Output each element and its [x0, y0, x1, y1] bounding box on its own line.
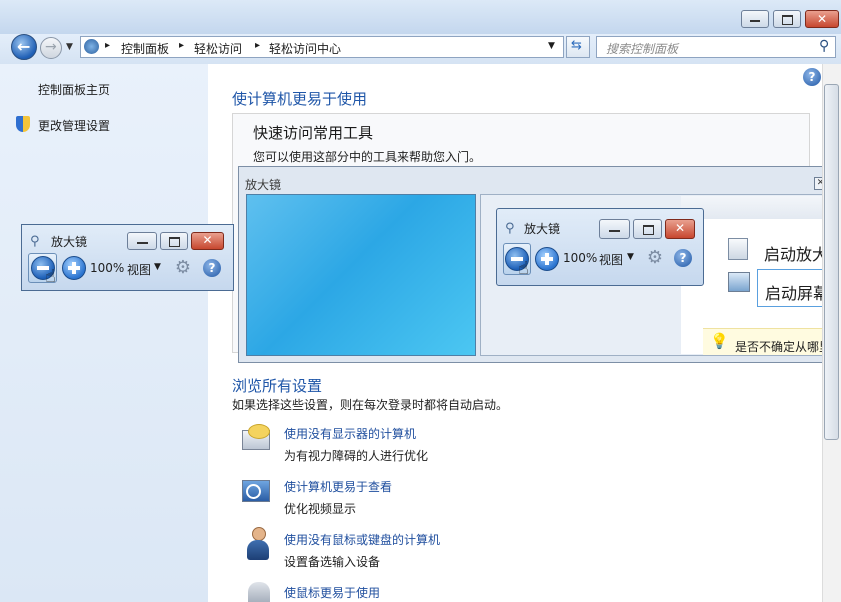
view-dropdown-icon[interactable]: ▼ [154, 262, 161, 272]
quick-access-description: 您可以使用这部分中的工具来帮助您入门。 [253, 150, 482, 164]
close-icon: ✕ [816, 12, 828, 26]
address-bar[interactable]: ▸ 控制面板 ▸ 轻松访问 ▸ 轻松访问中心 ▼ [80, 36, 564, 58]
magnifier-tool-icon [728, 238, 748, 260]
magnified-options-gear-icon: ⚙ [646, 247, 664, 268]
setting-desc-easier-to-see: 优化视频显示 [284, 502, 357, 516]
person-icon [244, 527, 272, 563]
forward-arrow-icon: → [45, 39, 57, 55]
close-button[interactable]: ✕ [805, 10, 839, 28]
magnified-view-menu: 视图 [599, 253, 624, 267]
magnifier-app-icon: ⚲ [505, 221, 515, 236]
close-icon: ✕ [202, 233, 213, 247]
breadcrumb-item[interactable]: 轻松访问中心 [269, 40, 341, 57]
setting-link-mouse[interactable]: 使鼠标更易于使用 [284, 584, 380, 601]
options-gear-icon[interactable]: ⚙ [174, 259, 192, 277]
control-panel-icon [84, 39, 99, 54]
pointer-cursor-icon: ☝ [45, 266, 56, 287]
search-box[interactable]: 搜索控制面板 ⚲ [596, 36, 836, 58]
shield-icon [16, 116, 30, 132]
magnified-minimize-button [599, 219, 630, 239]
lens-title: 放大镜 [245, 178, 282, 192]
mouse-icon [248, 582, 270, 602]
magnified-maximize-button [633, 219, 662, 239]
minimize-button[interactable] [741, 10, 769, 28]
scrollbar-thumb[interactable] [824, 84, 839, 440]
breadcrumb-item[interactable]: 轻松访问 [194, 40, 242, 57]
forward-button[interactable]: → [40, 37, 62, 59]
setting-desc-no-display: 为有视力障碍的人进行优化 [284, 449, 429, 463]
magnified-zoom-in-icon [535, 247, 559, 271]
magnifier-minimize-button[interactable] [127, 232, 157, 250]
back-button[interactable]: ← [11, 34, 37, 60]
refresh-button[interactable]: ⇆ [566, 36, 590, 58]
search-icon[interactable]: ⚲ [819, 38, 829, 54]
address-dropdown-icon[interactable]: ▼ [548, 41, 555, 51]
view-menu[interactable]: 视图 [127, 261, 151, 278]
refresh-icon: ⇆ [571, 38, 582, 53]
lens-desktop-preview [246, 194, 476, 356]
page-title: 使计算机更易于使用 [232, 90, 368, 108]
magnifier-title: 放大镜 [51, 235, 88, 249]
lightbulb-icon: 💡 [710, 332, 729, 350]
back-arrow-icon: ← [17, 37, 31, 56]
control-panel-home-link[interactable]: 控制面板主页 [38, 81, 110, 98]
zoom-level: 100% [90, 261, 125, 275]
magnified-close-button: ✕ [665, 219, 695, 239]
help-icon[interactable]: ? [803, 68, 821, 86]
monitor-magnifier-icon [240, 476, 272, 506]
hint-text: 是否不确定从哪里 [735, 340, 832, 354]
change-admin-settings-link[interactable]: 更改管理设置 [38, 117, 110, 134]
magnifier-app-icon: ⚲ [30, 234, 40, 249]
breadcrumb-item[interactable]: 控制面板 [121, 40, 169, 57]
title-bar [0, 0, 841, 34]
quick-access-title: 快速访问常用工具 [253, 124, 374, 142]
magnified-help-icon: ? [674, 249, 692, 267]
magnifier-maximize-button[interactable] [160, 232, 188, 250]
magnifier-help-icon[interactable]: ? [203, 259, 221, 277]
narrator-tool-icon [728, 272, 750, 292]
maximize-button[interactable] [773, 10, 801, 28]
magnified-zoom-level: 100% [563, 251, 598, 265]
zoom-in-button[interactable] [62, 256, 86, 280]
setting-link-easier-to-see[interactable]: 使计算机更易于查看 [284, 478, 392, 495]
setting-desc-no-mouse-keyboard: 设置备选输入设备 [284, 555, 381, 569]
browse-settings-description: 如果选择这些设置，则在每次登录时都将自动启动。 [232, 398, 509, 412]
search-input[interactable]: 搜索控制面板 [606, 40, 678, 57]
magnified-pointer-cursor-icon: ☝ [518, 258, 529, 279]
setting-link-no-display[interactable]: 使用没有显示器的计算机 [284, 425, 416, 442]
start-magnifier-link[interactable]: 启动放大 [764, 241, 828, 265]
setting-link-no-mouse-keyboard[interactable]: 使用没有鼠标或键盘的计算机 [284, 531, 440, 548]
magnified-magnifier-title: 放大镜 [524, 222, 561, 236]
history-dropdown[interactable]: ▼ [66, 42, 76, 52]
magnifier-close-button[interactable]: ✕ [191, 232, 224, 250]
monitor-speech-icon [240, 424, 272, 454]
browse-settings-title: 浏览所有设置 [232, 377, 323, 395]
sidebar [0, 64, 208, 602]
start-narrator-link[interactable]: 启动屏幕 [765, 280, 829, 304]
